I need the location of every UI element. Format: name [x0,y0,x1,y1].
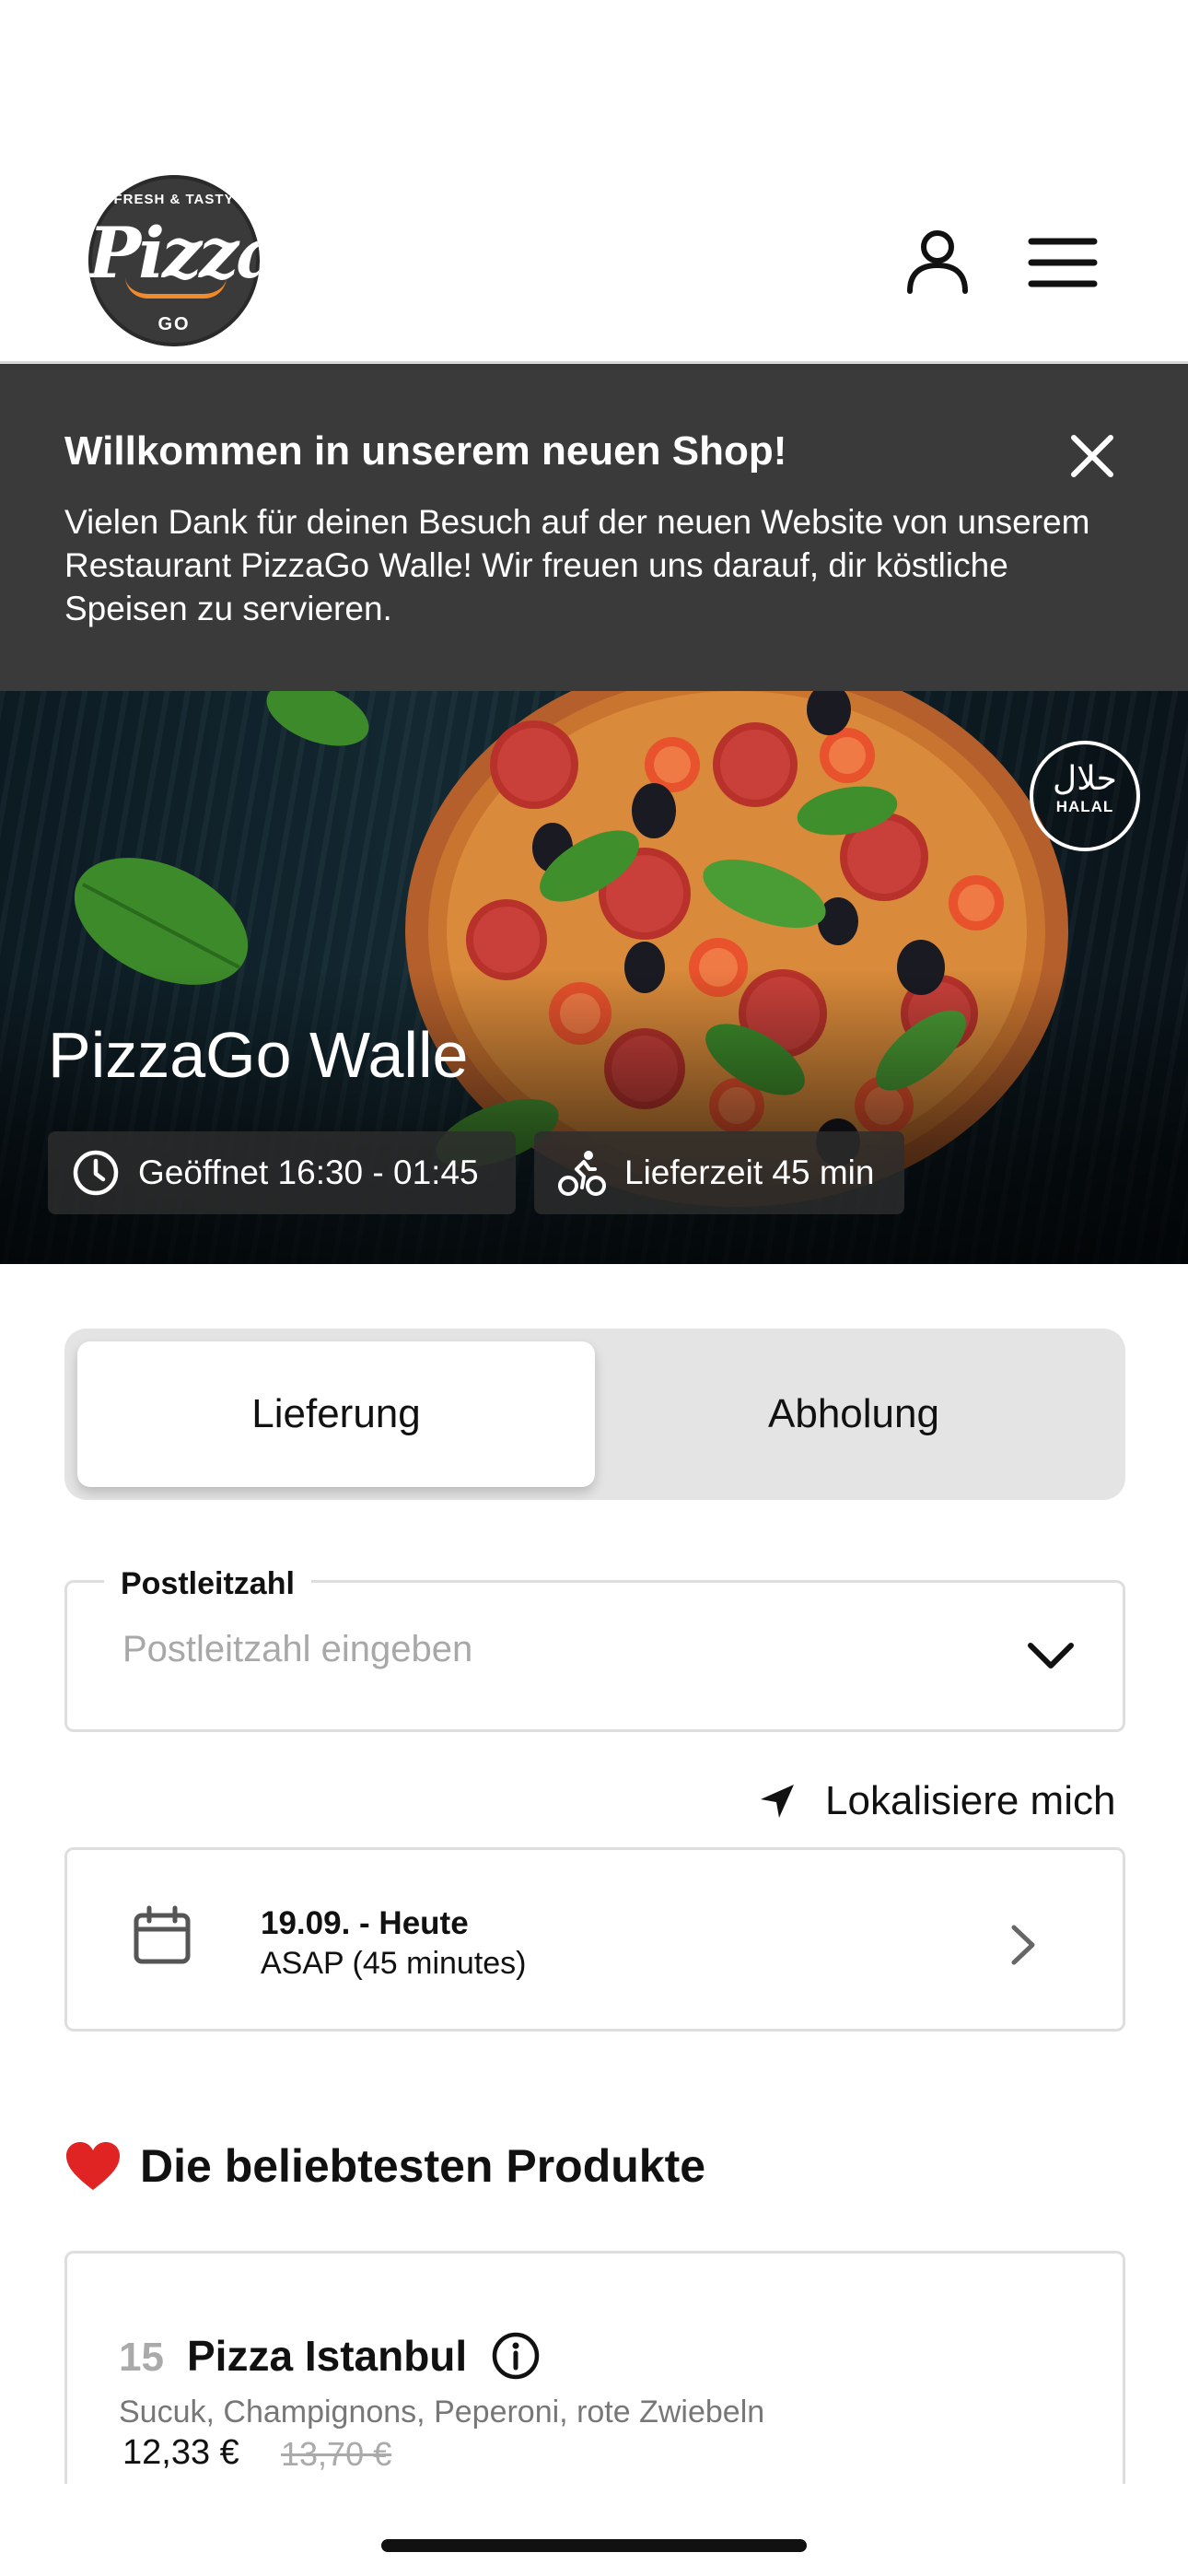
hero-gradient [0,969,1188,1264]
user-icon[interactable] [903,227,973,297]
chevron-right-icon [1011,1925,1035,1965]
home-indicator [381,2539,807,2552]
basil-leaf [266,691,369,746]
logo-tagline: FRESH & TASTY [113,192,235,207]
bottom-safe-area [0,2484,1188,2576]
clock-icon [73,1150,119,1196]
popular-products-title: Die beliebtesten Produkte [140,2140,706,2192]
product-old-price: 13,70 € [281,2435,392,2473]
header: FRESH & TASTY Pizza GO [0,0,1188,364]
banner-title: Willkommen in unserem neuen Shop! [64,428,787,474]
locate-me-button[interactable]: Lokalisiere mich [757,1774,1125,1829]
location-arrow-icon [761,1785,794,1818]
logo-go: GO [157,314,191,334]
chevron-down-icon[interactable] [1025,1636,1077,1673]
halal-badge: حلال HALAL [1030,741,1140,851]
postcode-label: Postleitzahl [104,1566,311,1602]
product-price: 12,33 € [122,2433,239,2472]
halal-arabic-text: حلال [1053,760,1117,798]
tab-lieferung[interactable]: Lieferung [77,1341,595,1487]
product-description: Sucuk, Champignons, Peperoni, rote Zwieb… [119,2395,765,2430]
hamburger-menu-icon[interactable] [1026,232,1100,293]
schedule-date: 19.09. - Heute [261,1905,469,1941]
calendar-icon [134,1905,191,1964]
pizzago-logo[interactable]: FRESH & TASTY Pizza GO [88,175,260,346]
cyclist-icon [558,1151,606,1196]
opening-hours-pill: Geöffnet 16:30 - 01:45 [48,1131,516,1214]
order-mode-toggle: Lieferung Abholung [64,1329,1125,1500]
info-icon[interactable] [491,2331,541,2381]
restaurant-hero: حلال HALAL PizzaGo Walle Geöffnet 16:30 … [0,691,1188,1264]
postcode-input[interactable] [122,1629,951,1670]
schedule-time: ASAP (45 minutes) [261,1946,527,1981]
welcome-banner: Willkommen in unserem neuen Shop! Vielen… [0,364,1188,691]
delivery-time-pill: Lieferzeit 45 min [534,1131,904,1214]
locate-me-label: Lokalisiere mich [825,1778,1116,1823]
opening-hours-text: Geöffnet 16:30 - 01:45 [138,1153,479,1191]
postcode-field: Postleitzahl [64,1566,1125,1732]
product-name: Pizza Istanbul [187,2332,468,2380]
product-number: 15 [119,2335,164,2380]
close-icon[interactable] [1066,430,1118,482]
banner-text: Vielen Dank für deinen Besuch auf der ne… [64,503,1090,627]
schedule-selector[interactable]: 19.09. - Heute ASAP (45 minutes) [64,1847,1125,2032]
restaurant-name: PizzaGo Walle [48,1019,469,1091]
tab-abholung[interactable]: Abholung [595,1341,1112,1487]
logo-swoosh [125,276,227,299]
halal-label: HALAL [1055,798,1114,815]
heart-icon [66,2142,120,2190]
delivery-time-text: Lieferzeit 45 min [624,1153,875,1191]
popular-products-heading: Die beliebtesten Produkte [64,2139,705,2193]
